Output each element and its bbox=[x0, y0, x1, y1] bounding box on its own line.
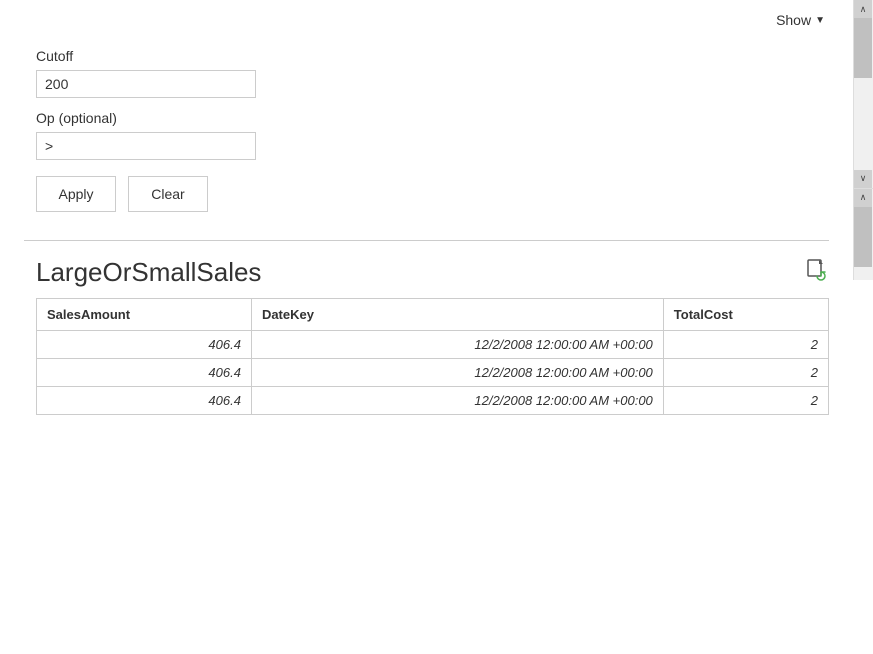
refresh-icon[interactable] bbox=[805, 258, 829, 288]
results-header: LargeOrSmallSales bbox=[36, 257, 829, 288]
clear-button[interactable]: Clear bbox=[128, 176, 208, 212]
results-section: LargeOrSmallSales bbox=[0, 253, 853, 415]
scroll-down-button[interactable]: ∨ bbox=[854, 170, 872, 188]
results-table-area: SalesAmount DateKey TotalCost 406.412/2/… bbox=[36, 298, 829, 415]
top-bar: Show ▼ bbox=[0, 0, 853, 40]
cell-sales-amount: 406.4 bbox=[37, 387, 252, 415]
op-label: Op (optional) bbox=[36, 110, 829, 126]
cell-date-key: 12/2/2008 12:00:00 AM +00:00 bbox=[251, 331, 663, 359]
action-buttons: Apply Clear bbox=[36, 176, 829, 212]
show-label: Show bbox=[776, 12, 811, 28]
table-scroll-track bbox=[854, 267, 872, 281]
results-title: LargeOrSmallSales bbox=[36, 257, 261, 288]
cell-total-cost: 2 bbox=[663, 359, 828, 387]
filter-form: Cutoff Op (optional) Apply Clear bbox=[0, 40, 853, 228]
cutoff-input[interactable] bbox=[36, 70, 256, 98]
table-header-row: SalesAmount DateKey TotalCost bbox=[37, 299, 829, 331]
cell-date-key: 12/2/2008 12:00:00 AM +00:00 bbox=[251, 359, 663, 387]
col-header-totalcost: TotalCost bbox=[663, 299, 828, 331]
results-table: SalesAmount DateKey TotalCost 406.412/2/… bbox=[36, 298, 829, 415]
col-header-salesamount: SalesAmount bbox=[37, 299, 252, 331]
op-input[interactable] bbox=[36, 132, 256, 160]
right-scrollbar: ∧ ∨ ∧ bbox=[853, 0, 873, 280]
apply-button[interactable]: Apply bbox=[36, 176, 116, 212]
scroll-up-button[interactable]: ∧ bbox=[854, 0, 872, 18]
table-row: 406.412/2/2008 12:00:00 AM +00:002 bbox=[37, 359, 829, 387]
cell-date-key: 12/2/2008 12:00:00 AM +00:00 bbox=[251, 387, 663, 415]
cell-total-cost: 2 bbox=[663, 331, 828, 359]
scroll-track bbox=[854, 78, 872, 170]
table-row: 406.412/2/2008 12:00:00 AM +00:002 bbox=[37, 387, 829, 415]
show-button[interactable]: Show ▼ bbox=[768, 8, 833, 32]
col-header-datekey: DateKey bbox=[251, 299, 663, 331]
scroll-thumb[interactable] bbox=[854, 18, 872, 78]
cell-sales-amount: 406.4 bbox=[37, 331, 252, 359]
table-wrapper: SalesAmount DateKey TotalCost 406.412/2/… bbox=[36, 298, 829, 415]
table-scroll-thumb[interactable] bbox=[854, 207, 872, 267]
cell-sales-amount: 406.4 bbox=[37, 359, 252, 387]
section-divider bbox=[24, 240, 829, 241]
cell-total-cost: 2 bbox=[663, 387, 828, 415]
table-scroll-up-button[interactable]: ∧ bbox=[854, 189, 872, 207]
chevron-down-icon: ▼ bbox=[815, 15, 825, 26]
table-row: 406.412/2/2008 12:00:00 AM +00:002 bbox=[37, 331, 829, 359]
cutoff-label: Cutoff bbox=[36, 48, 829, 64]
